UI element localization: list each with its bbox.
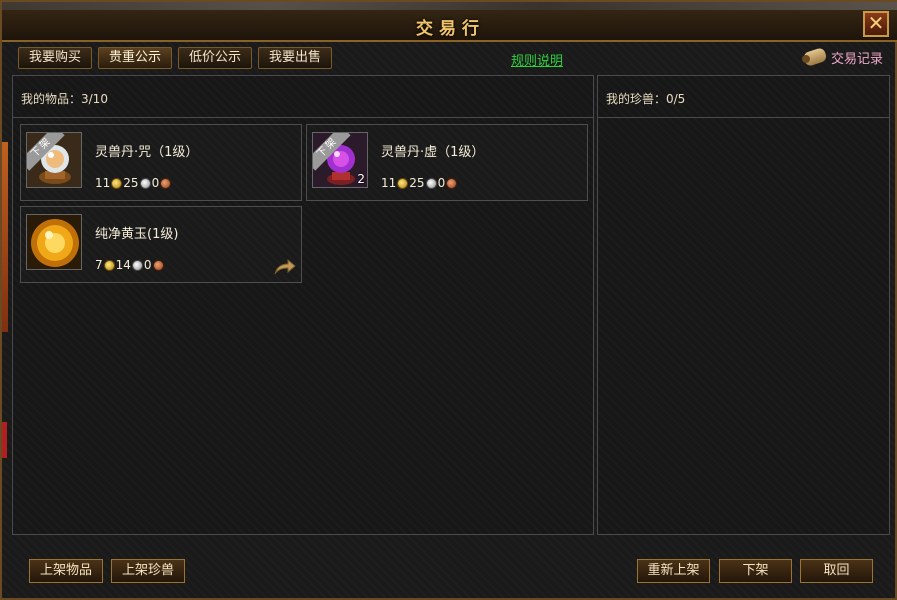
rules-link[interactable]: 规则说明: [511, 50, 563, 69]
gold-coin-icon: [111, 177, 123, 189]
tab-buy[interactable]: 我要购买: [18, 47, 93, 69]
trade-records-label: 交易记录: [830, 51, 883, 67]
tab-bar: 我要购买 贵重公示 低价公示 我要出售: [18, 47, 333, 69]
my-pets-panel: 我的珍兽：0/5: [597, 75, 890, 535]
gold-coin-icon: [103, 259, 115, 271]
scroll-icon: [801, 46, 828, 68]
relist-button[interactable]: 重新上架: [637, 559, 710, 583]
title-bar: 交易行 ✕: [2, 2, 897, 42]
orb-purple-icon: 下架 2: [312, 132, 368, 188]
gold-coin-icon: [397, 177, 409, 189]
price-silver: 25: [409, 176, 425, 190]
topaz-gem-icon: [26, 214, 82, 270]
my-pets-header: 我的珍兽：0/5: [598, 76, 889, 118]
item-price: 11 25 0: [381, 176, 458, 190]
item-price: 11 25 0: [95, 176, 172, 190]
silver-coin-icon: [139, 177, 151, 189]
close-button[interactable]: ✕: [863, 11, 889, 37]
item-name: 纯净黄玉(1级): [95, 227, 179, 242]
item-slot[interactable]: 纯净黄玉(1级) 7 14 0: [20, 206, 302, 283]
orb-crystal-icon: 下架: [26, 132, 82, 188]
silver-coin-icon: [425, 177, 437, 189]
price-silver: 14: [115, 258, 131, 272]
share-arrow-icon[interactable]: [273, 258, 297, 276]
my-items-header: 我的物品：3/10: [13, 76, 593, 118]
price-gold: 11: [95, 176, 111, 190]
side-tab-strip: [2, 142, 8, 332]
delist-button[interactable]: 下架: [719, 559, 792, 583]
my-items-panel: 我的物品：3/10 下架 灵兽丹·咒（1级） 11 25 0 下架 2 灵兽丹·…: [12, 75, 594, 535]
retrieve-button[interactable]: 取回: [800, 559, 873, 583]
title-decoration: [2, 2, 897, 10]
list-item-button[interactable]: 上架物品: [29, 559, 103, 583]
silver-coin-icon: [131, 259, 143, 271]
tab-sell[interactable]: 我要出售: [258, 47, 333, 69]
price-copper: 0: [143, 258, 152, 272]
price-gold: 11: [381, 176, 397, 190]
my-pets-count: 我的珍兽：0/5: [606, 92, 686, 106]
my-items-count: 我的物品：3/10: [21, 92, 108, 106]
side-tab-marker: [2, 422, 7, 458]
item-price: 7 14 0: [95, 258, 165, 272]
item-name: 灵兽丹·咒（1级）: [95, 145, 199, 160]
price-silver: 25: [123, 176, 139, 190]
item-name: 灵兽丹·虚（1级）: [381, 145, 485, 160]
price-copper: 0: [151, 176, 160, 190]
item-slot[interactable]: 下架 2 灵兽丹·虚（1级） 11 25 0: [306, 124, 588, 201]
list-pet-button[interactable]: 上架珍兽: [111, 559, 185, 583]
copper-coin-icon: [160, 177, 172, 189]
copper-coin-icon: [152, 259, 164, 271]
window-title: 交易行: [416, 19, 485, 39]
copper-coin-icon: [446, 177, 458, 189]
tab-valuables[interactable]: 贵重公示: [98, 47, 173, 69]
tab-low-price[interactable]: 低价公示: [178, 47, 253, 69]
item-quantity: 2: [357, 172, 365, 186]
trade-window: 交易行 ✕ 我要购买 贵重公示 低价公示 我要出售 规则说明 交易记录 我的物品…: [0, 0, 897, 600]
trade-records-button[interactable]: 交易记录: [801, 46, 883, 68]
price-copper: 0: [437, 176, 446, 190]
item-slot[interactable]: 下架 灵兽丹·咒（1级） 11 25 0: [20, 124, 302, 201]
price-gold: 7: [95, 258, 103, 272]
